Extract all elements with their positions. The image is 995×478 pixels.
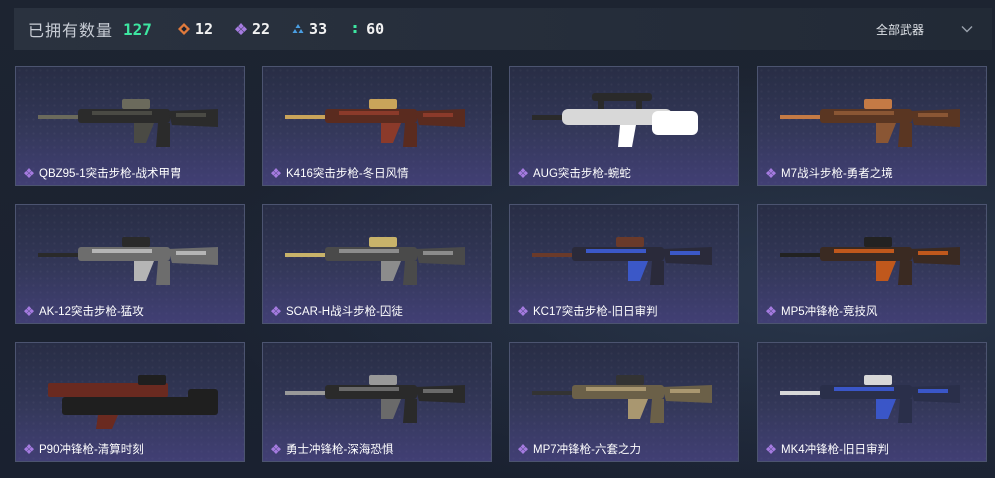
weapon-name-row: MP5冲锋枪-竞技风 <box>766 303 877 319</box>
stat-green-value: 60 <box>366 20 385 38</box>
rarity-diamond-icon <box>24 306 34 316</box>
weapon-name: MK4冲锋枪-旧日审判 <box>781 444 889 456</box>
weapon-name-row: MP7冲锋枪-六套之力 <box>518 441 641 457</box>
weapon-card[interactable]: AK-12突击步枪-猛攻 <box>15 204 245 324</box>
collection-header: 已拥有数量 127 12 22 33 60 全部武器 <box>14 8 992 50</box>
weapon-card[interactable]: MP5冲锋枪-竞技风 <box>757 204 987 324</box>
rarity-diamond-icon <box>271 444 281 454</box>
weapon-card[interactable]: MK4冲锋枪-旧日审判 <box>757 342 987 462</box>
orange-diamond-icon <box>177 23 190 35</box>
purple-diamond-icon <box>234 23 247 35</box>
weapon-name-row: KC17突击步枪-旧日审判 <box>518 303 658 319</box>
weapon-image <box>38 223 224 295</box>
green-dots-icon <box>349 23 361 35</box>
weapon-card[interactable]: K416突击步枪-冬日风情 <box>262 66 492 186</box>
weapon-card[interactable]: SCAR-H战斗步枪-囚徒 <box>262 204 492 324</box>
weapon-filter-label: 全部武器 <box>875 22 924 37</box>
weapon-image <box>780 361 966 433</box>
stat-blue-value: 33 <box>309 20 328 38</box>
weapon-card[interactable]: QBZ95-1突击步枪-战术甲胄 <box>15 66 245 186</box>
weapon-card[interactable]: 勇士冲锋枪-深海恐惧 <box>262 342 492 462</box>
stat-green: 60 <box>349 20 384 38</box>
weapon-image <box>532 85 718 157</box>
weapon-name-row: K416突击步枪-冬日风情 <box>271 165 409 181</box>
weapon-filter-dropdown[interactable]: 全部武器 <box>876 8 974 50</box>
weapon-name: AK-12突击步枪-猛攻 <box>39 306 144 318</box>
weapon-name: 勇士冲锋枪-深海恐惧 <box>286 444 394 456</box>
rarity-diamond-icon <box>24 444 34 454</box>
rarity-diamond-icon <box>518 444 528 454</box>
weapon-card[interactable]: KC17突击步枪-旧日审判 <box>509 204 739 324</box>
weapon-image <box>532 223 718 295</box>
weapon-name: SCAR-H战斗步枪-囚徒 <box>286 306 403 318</box>
weapon-name-row: P90冲锋枪-清算时刻 <box>24 441 144 457</box>
weapon-name-row: M7战斗步枪-勇者之境 <box>766 165 893 181</box>
weapon-card[interactable]: MP7冲锋枪-六套之力 <box>509 342 739 462</box>
owned-count-value: 127 <box>123 19 152 39</box>
weapon-image <box>285 85 471 157</box>
weapon-image <box>285 361 471 433</box>
weapon-card[interactable]: M7战斗步枪-勇者之境 <box>757 66 987 186</box>
weapon-name: AUG突击步枪-蜿蛇 <box>533 168 631 180</box>
weapon-name: KC17突击步枪-旧日审判 <box>533 306 658 318</box>
rarity-diamond-icon <box>271 168 281 178</box>
weapon-name-row: 勇士冲锋枪-深海恐惧 <box>271 441 393 457</box>
stat-blue: 33 <box>292 20 327 38</box>
weapon-image <box>285 223 471 295</box>
rarity-diamond-icon <box>766 306 776 316</box>
stat-purple: 22 <box>234 20 271 38</box>
weapon-name: MP5冲锋枪-竞技风 <box>781 306 878 318</box>
rarity-diamond-icon <box>766 444 776 454</box>
weapon-name-row: AK-12突击步枪-猛攻 <box>24 303 144 319</box>
chevron-down-icon[interactable] <box>960 22 974 36</box>
weapon-card[interactable]: P90冲锋枪-清算时刻 <box>15 342 245 462</box>
rarity-diamond-icon <box>766 168 776 178</box>
stat-orange: 12 <box>177 20 213 38</box>
weapon-image <box>38 85 224 157</box>
rarity-diamond-icon <box>518 168 528 178</box>
weapon-name-row: AUG突击步枪-蜿蛇 <box>518 165 631 181</box>
stat-purple-value: 22 <box>251 20 271 38</box>
weapon-name: QBZ95-1突击步枪-战术甲胄 <box>39 168 182 180</box>
weapon-name-row: MK4冲锋枪-旧日审判 <box>766 441 889 457</box>
weapon-name-row: SCAR-H战斗步枪-囚徒 <box>271 303 403 319</box>
stat-orange-value: 12 <box>194 20 213 38</box>
weapon-image <box>780 223 966 295</box>
owned-count-label: 已拥有数量 <box>28 23 114 40</box>
weapon-image <box>780 85 966 157</box>
weapon-name: MP7冲锋枪-六套之力 <box>533 444 641 456</box>
weapon-image <box>532 361 718 433</box>
rarity-diamond-icon <box>518 306 528 316</box>
rarity-diamond-icon <box>271 306 281 316</box>
weapon-name-row: QBZ95-1突击步枪-战术甲胄 <box>24 165 182 181</box>
weapon-image <box>38 361 224 433</box>
weapon-name: M7战斗步枪-勇者之境 <box>781 168 893 180</box>
rarity-diamond-icon <box>24 168 34 178</box>
blue-cluster-icon <box>292 23 304 35</box>
weapon-card[interactable]: AUG突击步枪-蜿蛇 <box>509 66 739 186</box>
weapon-name: K416突击步枪-冬日风情 <box>286 168 409 180</box>
weapon-name: P90冲锋枪-清算时刻 <box>39 444 144 456</box>
